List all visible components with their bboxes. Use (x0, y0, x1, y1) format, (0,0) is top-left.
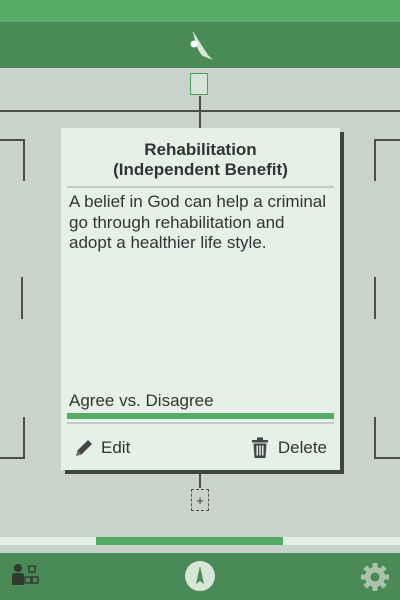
tree-view-icon[interactable] (11, 563, 39, 587)
status-bar (0, 0, 400, 22)
edit-label: Edit (101, 438, 131, 457)
left-sibling-card-edge[interactable] (0, 417, 25, 459)
right-sibling-card-edge[interactable] (374, 277, 376, 319)
card-title: Rehabilitation (Independent Benefit) (61, 140, 340, 180)
right-sibling-card-edge[interactable] (374, 417, 400, 459)
scrollbar-thumb[interactable] (96, 537, 283, 545)
compass-icon[interactable] (184, 560, 216, 592)
divider (67, 422, 334, 424)
argument-card: Rehabilitation (Independent Benefit) A b… (61, 128, 340, 470)
parent-node[interactable] (190, 73, 208, 95)
stance-label: Agree vs. Disagree (69, 391, 214, 410)
pencil-icon (76, 440, 92, 456)
card-title-line: Rehabilitation (144, 140, 257, 159)
add-icon: + (196, 492, 204, 508)
add-child-button[interactable]: + (191, 489, 209, 511)
gear-icon[interactable] (360, 562, 390, 592)
logo-icon (190, 31, 213, 60)
left-sibling-card-edge[interactable] (21, 277, 23, 319)
delete-label: Delete (277, 438, 327, 457)
divider (67, 186, 334, 188)
trash-icon (251, 437, 268, 458)
stance-bar (67, 413, 334, 419)
right-sibling-card-edge[interactable] (374, 139, 400, 181)
card-body-text: A belief in God can help a criminal go t… (69, 192, 327, 252)
delete-button[interactable]: Delete (250, 436, 327, 460)
left-sibling-card-edge[interactable] (0, 139, 25, 181)
card-subtitle-line: (Independent Benefit) (113, 160, 288, 179)
edit-button[interactable]: Edit (73, 436, 130, 460)
tree-connector-line (199, 472, 201, 488)
tree-connector-line (199, 96, 201, 128)
